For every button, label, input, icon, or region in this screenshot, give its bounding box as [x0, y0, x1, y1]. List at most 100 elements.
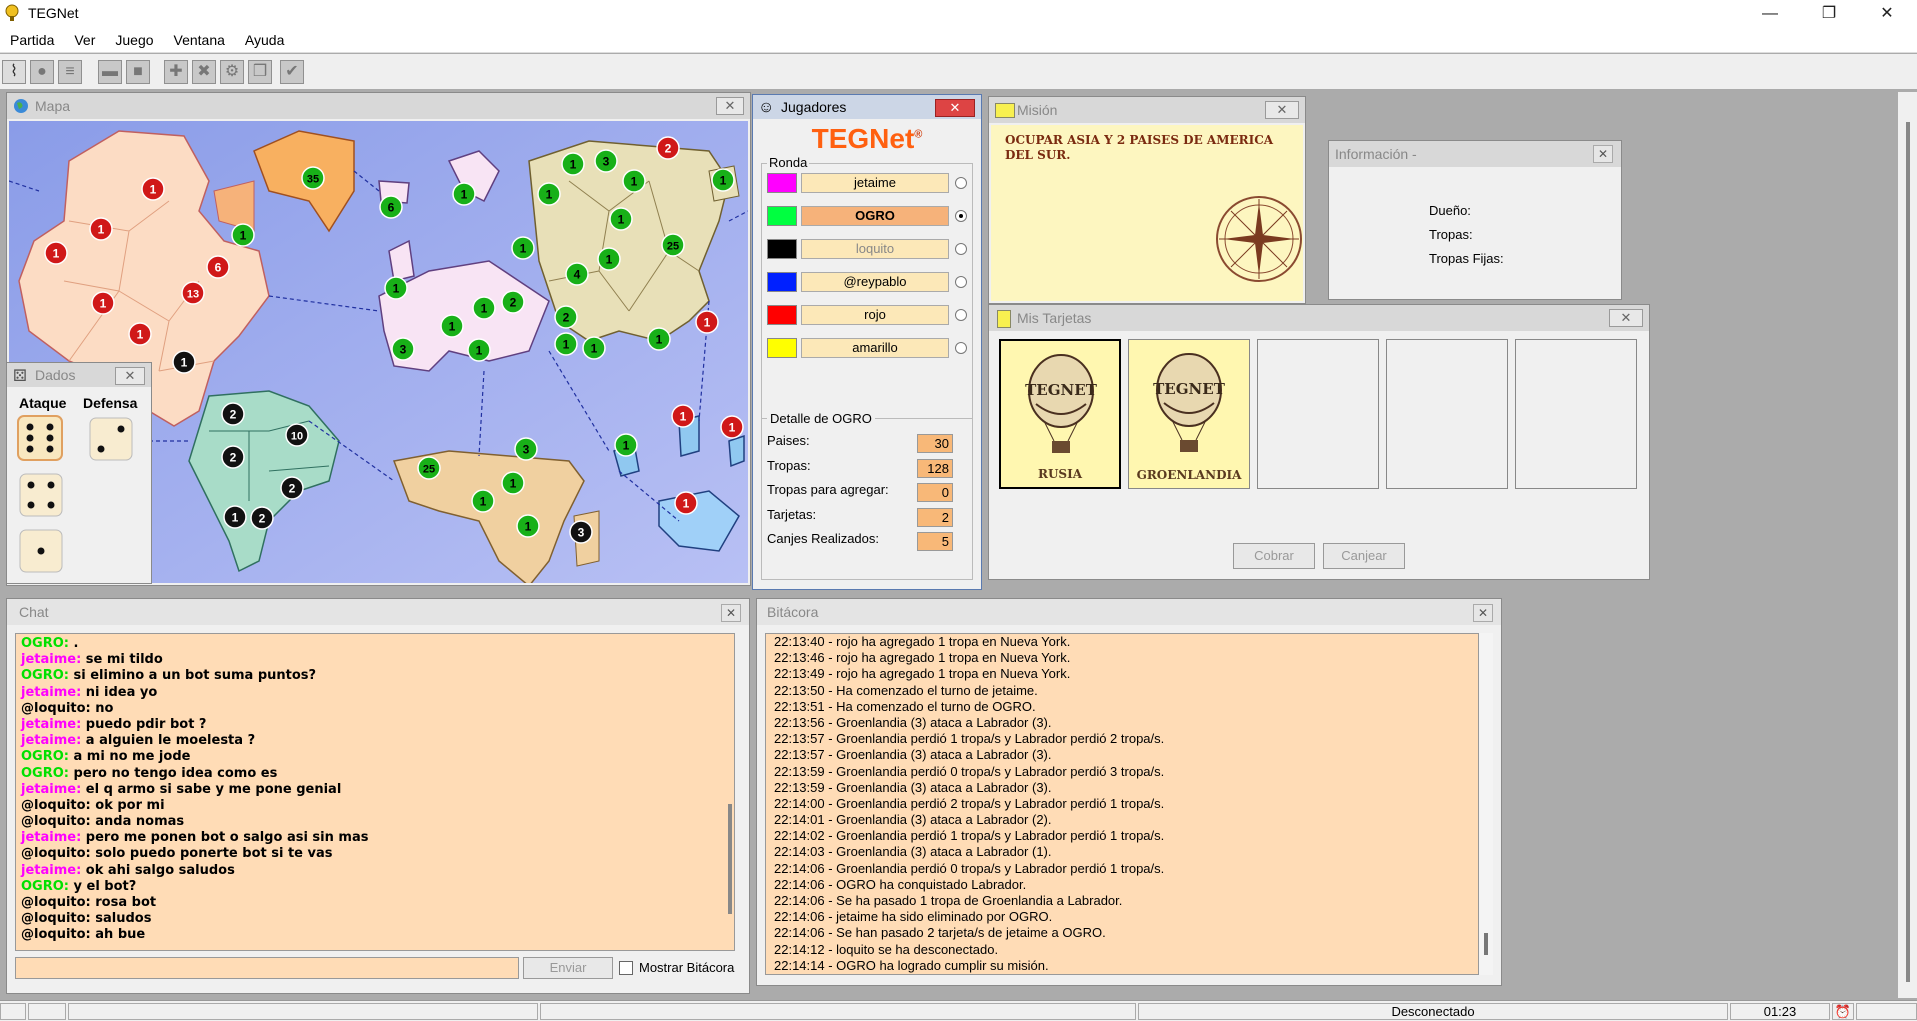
card-slot[interactable]: TEGNET RUSIA [999, 339, 1121, 489]
army-marker[interactable]: 3 [391, 337, 415, 361]
army-marker[interactable]: 1 [582, 336, 606, 360]
player-radio[interactable] [955, 177, 967, 189]
army-marker[interactable]: 1 [440, 314, 464, 338]
army-marker[interactable]: 1 [91, 291, 115, 315]
army-marker[interactable]: 1 [452, 182, 476, 206]
army-count: 3 [523, 443, 530, 457]
players-close-button[interactable]: ✕ [935, 99, 975, 117]
army-marker[interactable]: 1 [501, 471, 525, 495]
army-marker[interactable]: 1 [128, 322, 152, 346]
army-marker[interactable]: 1 [44, 241, 68, 265]
player-radio[interactable] [955, 276, 967, 288]
army-marker[interactable]: 1 [597, 247, 621, 271]
army-marker[interactable]: 1 [223, 505, 247, 529]
army-marker[interactable]: 1 [141, 177, 165, 201]
player-radio[interactable] [955, 309, 967, 321]
army-marker[interactable]: 3 [514, 437, 538, 461]
menu-ayuda[interactable]: Ayuda [235, 28, 294, 52]
regroup-icon[interactable]: ⚙ [220, 60, 244, 84]
army-marker[interactable]: 1 [537, 182, 561, 206]
chat-text: el q armo si sabe y me pone genial [81, 781, 342, 797]
army-marker[interactable]: 1 [720, 415, 744, 439]
chat-user: @loquito: [21, 911, 91, 927]
log-scrollbar-thumb[interactable] [1484, 933, 1488, 955]
player-radio[interactable] [955, 210, 967, 222]
card-icon[interactable]: ▬ [98, 60, 122, 84]
army-marker[interactable]: 25 [417, 456, 441, 480]
menu-partida[interactable]: Partida [0, 28, 64, 52]
info-close-button[interactable]: ✕ [1593, 145, 1613, 163]
army-marker[interactable]: 1 [622, 169, 646, 193]
army-marker[interactable]: 1 [695, 310, 719, 334]
army-marker[interactable]: 1 [674, 491, 698, 515]
list-icon[interactable]: ≡ [58, 60, 82, 84]
mission-close-button[interactable]: ✕ [1265, 101, 1299, 119]
army-marker[interactable]: 1 [711, 168, 735, 192]
army-marker[interactable]: 2 [656, 136, 680, 160]
attack-icon[interactable]: ✖ [192, 60, 216, 84]
player-radio[interactable] [955, 342, 967, 354]
army-marker[interactable]: 3 [569, 520, 593, 544]
restore-button[interactable]: ❐ [1800, 0, 1858, 28]
menu-juego[interactable]: Juego [105, 28, 163, 52]
army-marker[interactable]: 1 [561, 152, 585, 176]
cards-icon[interactable]: ❒ [248, 60, 272, 84]
stop-icon[interactable]: ■ [126, 60, 150, 84]
chat-scrollbar[interactable] [728, 804, 732, 914]
send-button[interactable]: Enviar [523, 957, 613, 979]
army-marker[interactable]: 1 [554, 332, 578, 356]
army-marker[interactable]: 1 [647, 327, 671, 351]
end-turn-icon[interactable]: ✔ [280, 60, 304, 84]
army-marker[interactable]: 2 [250, 506, 274, 530]
collect-button[interactable]: Cobrar [1233, 543, 1315, 569]
close-button[interactable]: ✕ [1858, 0, 1916, 28]
army-marker[interactable]: 10 [285, 423, 309, 447]
army-marker[interactable]: 25 [661, 233, 685, 257]
log-close-button[interactable]: ✕ [1473, 604, 1493, 622]
army-marker[interactable]: 3 [594, 149, 618, 173]
minimize-button[interactable]: — [1741, 0, 1799, 28]
show-log-checkbox[interactable] [619, 961, 633, 975]
army-marker[interactable]: 13 [181, 281, 205, 305]
army-marker[interactable]: 2 [221, 445, 245, 469]
army-marker[interactable]: 2 [554, 305, 578, 329]
dice-close-button[interactable]: ✕ [115, 367, 145, 385]
army-marker[interactable]: 35 [301, 166, 325, 190]
player-radio[interactable] [955, 243, 967, 255]
card-slot[interactable] [1386, 339, 1508, 489]
army-marker[interactable]: 4 [565, 262, 589, 286]
army-marker[interactable]: 1 [384, 276, 408, 300]
army-marker[interactable]: 1 [89, 217, 113, 241]
army-marker[interactable]: 1 [472, 296, 496, 320]
chat-input[interactable] [15, 957, 519, 979]
army-marker[interactable]: 1 [471, 489, 495, 513]
cards-close-button[interactable]: ✕ [1609, 309, 1643, 327]
card-slot[interactable]: TEGNET GROENLANDIA [1128, 339, 1250, 489]
army-marker[interactable]: 6 [379, 195, 403, 219]
menu-ver[interactable]: Ver [64, 28, 105, 52]
connect-icon[interactable]: ⌇ [2, 60, 26, 84]
workspace-scrollbar[interactable] [1898, 92, 1917, 998]
army-marker[interactable]: 1 [516, 514, 540, 538]
army-marker[interactable]: 2 [221, 402, 245, 426]
workspace-scrollbar-thumb[interactable] [1906, 122, 1910, 982]
start-icon[interactable]: ● [30, 60, 54, 84]
log-scrollbar-track[interactable] [1479, 633, 1493, 975]
army-marker[interactable]: 1 [609, 207, 633, 231]
army-marker[interactable]: 1 [511, 236, 535, 260]
map-close-button[interactable]: ✕ [716, 97, 744, 115]
army-marker[interactable]: 1 [671, 404, 695, 428]
army-marker[interactable]: 2 [501, 290, 525, 314]
card-slot[interactable] [1515, 339, 1637, 489]
menu-ventana[interactable]: Ventana [164, 28, 235, 52]
army-marker[interactable]: 1 [231, 223, 255, 247]
add-icon[interactable]: ✚ [164, 60, 188, 84]
army-marker[interactable]: 1 [172, 350, 196, 374]
exchange-button[interactable]: Canjear [1323, 543, 1405, 569]
card-slot[interactable] [1257, 339, 1379, 489]
army-marker[interactable]: 6 [206, 255, 230, 279]
army-marker[interactable]: 2 [280, 476, 304, 500]
army-marker[interactable]: 1 [614, 433, 638, 457]
chat-close-button[interactable]: ✕ [721, 604, 741, 622]
army-marker[interactable]: 1 [467, 338, 491, 362]
